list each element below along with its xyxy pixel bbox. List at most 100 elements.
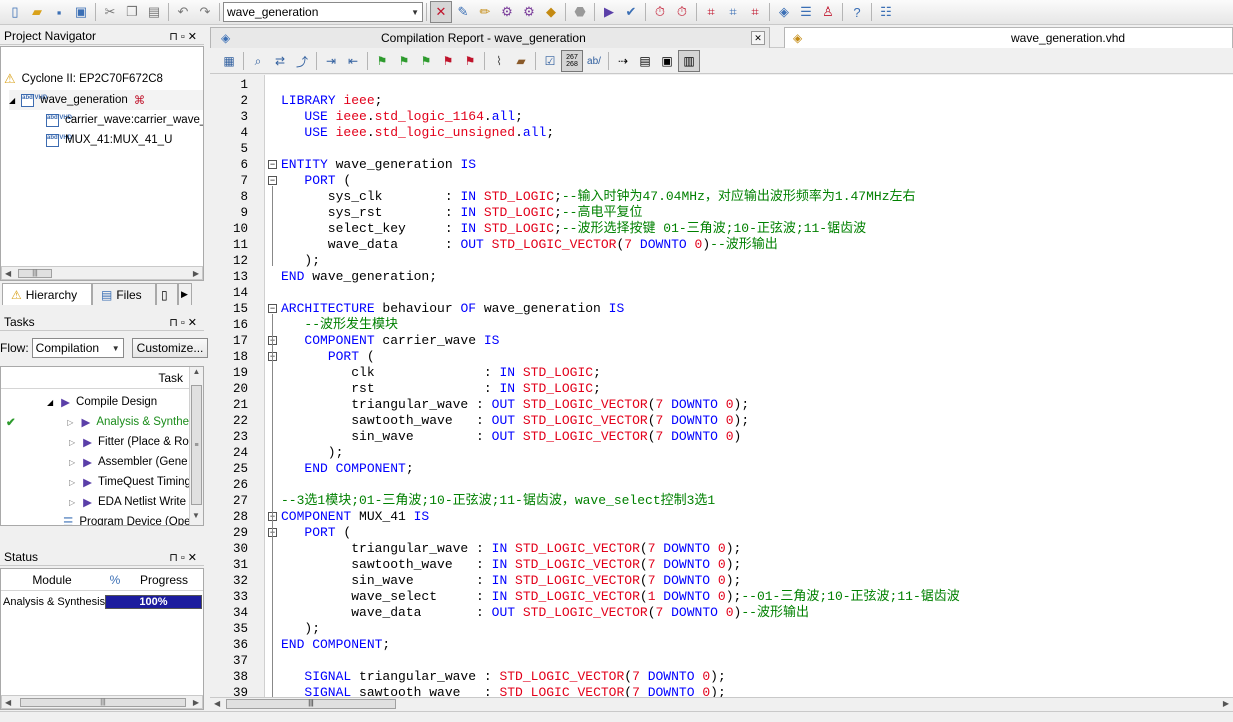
indent-icon[interactable]: ⇥ xyxy=(320,50,342,72)
clear-all-bookmarks-icon[interactable]: ⚑ xyxy=(459,50,481,72)
device-row[interactable]: ⚠ Cyclone II: EP2C70F672C8 xyxy=(4,69,163,89)
rtl-viewer-icon[interactable]: ⌗ xyxy=(722,1,744,23)
code-line[interactable]: select_key : IN STD_LOGIC;--波形选择按键 01-三角… xyxy=(266,221,1233,237)
code-line[interactable]: clk : IN STD_LOGIC; xyxy=(266,365,1233,381)
code-line[interactable]: END wave_generation; xyxy=(266,269,1233,285)
line-numbers-icon[interactable]: 267 268 xyxy=(561,50,583,72)
code-line[interactable]: ); xyxy=(266,445,1233,461)
tab-vhd-file[interactable]: ◈ wave_generation.vhd xyxy=(784,27,1233,48)
stop-icon[interactable]: ⬣ xyxy=(569,1,591,23)
task-row[interactable]: ▷ ▶ TimeQuest Timing xyxy=(69,472,189,492)
code-line[interactable]: sin_wave : IN STD_LOGIC_VECTOR(7 DOWNTO … xyxy=(266,573,1233,589)
code-area[interactable]: LIBRARY ieee; USE ieee.std_logic_1164.al… xyxy=(266,75,1233,697)
tab-hierarchy[interactable]: ⚠ Hierarchy xyxy=(2,283,92,305)
fold-toggle-icon[interactable]: − xyxy=(268,176,277,185)
fold-toggle-icon[interactable]: − xyxy=(268,160,277,169)
redo-icon[interactable]: ↷ xyxy=(194,1,216,23)
copy-icon[interactable]: ❐ xyxy=(121,1,143,23)
task-row[interactable]: ▷ ▶ EDA Netlist Write xyxy=(69,492,189,512)
classic-timing-icon[interactable]: ⏱ xyxy=(671,1,693,23)
fold-toggle-icon[interactable]: − xyxy=(268,304,277,313)
programmer-icon[interactable]: ☰ xyxy=(795,1,817,23)
sopc-builder-icon[interactable]: ⌗ xyxy=(744,1,766,23)
code-line[interactable]: LIBRARY ieee; xyxy=(266,93,1233,109)
code-editor[interactable]: 1 2 3 4 5 6 7 8 9 10 11 12 13 14 15 16 17 18 19 20 21 22 23 24 2… xyxy=(210,75,1233,697)
code-line[interactable] xyxy=(266,653,1233,669)
panel-controls[interactable]: ⊓▫✕ xyxy=(169,30,200,43)
panel-controls[interactable]: ⊓▫✕ xyxy=(169,316,200,329)
goto-line-icon[interactable]: ⤴ xyxy=(291,50,313,72)
code-line[interactable]: wave_select : IN STD_LOGIC_VECTOR(1 DOWN… xyxy=(266,589,1233,605)
unindent-icon[interactable]: ⇤ xyxy=(342,50,364,72)
save-all-icon[interactable]: ▣ xyxy=(70,1,92,23)
customize-button[interactable]: Customize... xyxy=(131,338,209,358)
new-file-icon[interactable]: ▯ xyxy=(4,1,26,23)
pin-planner-icon[interactable]: ✎ xyxy=(452,1,474,23)
code-line[interactable]: USE ieee.std_logic_1164.all; xyxy=(266,109,1233,125)
child-entity-row[interactable]: abd VHD carrier_wave:carrier_wave_ xyxy=(46,110,203,130)
scroll-thumb[interactable]: ≡ xyxy=(191,385,202,505)
save-icon[interactable]: ▪ xyxy=(48,1,70,23)
attach-icon[interactable]: ⌇ xyxy=(488,50,510,72)
prev-bookmark-icon[interactable]: ⚑ xyxy=(415,50,437,72)
flow-select[interactable]: Compilation ▼ xyxy=(31,338,124,358)
child-entity-row[interactable]: abd VHD MUX_41:MUX_41_U xyxy=(46,130,172,150)
find-replace-icon[interactable]: ⇄ xyxy=(269,50,291,72)
code-line[interactable]: --波形发生模块 xyxy=(266,317,1233,333)
status-hscroll[interactable]: ◀ ▶ ||| xyxy=(1,695,203,709)
toggle-comment-icon[interactable]: ☑ xyxy=(539,50,561,72)
code-line[interactable] xyxy=(266,141,1233,157)
code-line[interactable]: ); xyxy=(266,253,1233,269)
code-line[interactable] xyxy=(266,285,1233,301)
split-view-icon[interactable]: ▥ xyxy=(678,50,700,72)
scroll-thumb[interactable]: ||| xyxy=(18,269,52,278)
code-line[interactable]: sawtooth_wave : IN STD_LOGIC_VECTOR(7 DO… xyxy=(266,557,1233,573)
editor-hscroll[interactable]: ◀ ||| ▶ xyxy=(210,697,1233,711)
spell-check-icon[interactable]: ab/ xyxy=(583,50,605,72)
top-entity-row[interactable]: ◢ abd VHD wave_generation ⌘ xyxy=(9,90,203,110)
tasks-vscroll[interactable]: ▲ ≡ ▼ xyxy=(189,367,203,525)
help-icon[interactable]: ? xyxy=(846,1,868,23)
task-row[interactable]: ✔ ▷ ▶ Analysis & Synthe xyxy=(1,412,189,432)
close-icon[interactable]: ✕ xyxy=(751,31,765,45)
netlist-viewer-icon[interactable]: ⌗ xyxy=(700,1,722,23)
scroll-thumb[interactable]: ||| xyxy=(226,699,396,709)
code-line[interactable]: ENTITY wave_generation IS xyxy=(266,157,1233,173)
chip-planner-icon[interactable]: ✕ xyxy=(430,1,452,23)
code-line[interactable]: sawtooth_wave : OUT STD_LOGIC_VECTOR(7 D… xyxy=(266,413,1233,429)
open-file-icon[interactable]: ▰ xyxy=(26,1,48,23)
design-partition-icon[interactable]: ◆ xyxy=(540,1,562,23)
code-line[interactable]: PORT ( xyxy=(266,525,1233,541)
code-line[interactable]: SIGNAL triangular_wave : STD_LOGIC_VECTO… xyxy=(266,669,1233,685)
code-line[interactable] xyxy=(266,477,1233,493)
code-line[interactable]: wave_data : OUT STD_LOGIC_VECTOR(7 DOWNT… xyxy=(266,605,1233,621)
entity-combo[interactable]: wave_generation ▼ xyxy=(223,2,423,22)
full-screen-icon[interactable]: ▣ xyxy=(656,50,678,72)
tab-scroll-right-icon[interactable]: ▶ xyxy=(178,283,192,305)
code-line[interactable]: COMPONENT carrier_wave IS xyxy=(266,333,1233,349)
code-line[interactable]: ARCHITECTURE behaviour OF wave_generatio… xyxy=(266,301,1233,317)
code-line[interactable]: USE ieee.std_logic_unsigned.all; xyxy=(266,125,1233,141)
tab-more[interactable]: ▯ xyxy=(156,283,178,305)
code-line[interactable]: rst : IN STD_LOGIC; xyxy=(266,381,1233,397)
bookmark-icon[interactable]: ⚑ xyxy=(371,50,393,72)
chip-editor-icon[interactable]: ◈ xyxy=(773,1,795,23)
task-row[interactable]: ◢ ▶ Compile Design xyxy=(47,392,203,412)
code-line[interactable]: COMPONENT MUX_41 IS xyxy=(266,509,1233,525)
messages-icon[interactable]: ☷ xyxy=(875,1,897,23)
task-row[interactable]: ☰ Program Device (Ope xyxy=(63,512,189,525)
task-row[interactable]: ▷ ▶ Fitter (Place & Ro xyxy=(69,432,189,452)
code-line[interactable]: SIGNAL sawtooth_wave : STD_LOGIC_VECTOR(… xyxy=(266,685,1233,697)
start-compilation-icon[interactable]: ▶ xyxy=(598,1,620,23)
code-line[interactable]: wave_data : OUT STD_LOGIC_VECTOR(7 DOWNT… xyxy=(266,237,1233,253)
code-line[interactable]: sin_wave : OUT STD_LOGIC_VECTOR(7 DOWNTO… xyxy=(266,429,1233,445)
code-line[interactable]: PORT ( xyxy=(266,349,1233,365)
paste-icon[interactable]: ▤ xyxy=(143,1,165,23)
scroll-thumb[interactable]: ||| xyxy=(20,698,186,707)
code-line[interactable]: triangular_wave : IN STD_LOGIC_VECTOR(7 … xyxy=(266,541,1233,557)
cut-icon[interactable]: ✂ xyxy=(99,1,121,23)
tab-compilation-report[interactable]: ◈ Compilation Report - wave_generation ✕ xyxy=(210,27,770,48)
code-line[interactable]: END COMPONENT; xyxy=(266,637,1233,653)
task-row[interactable]: ▷ ▶ Assembler (Gene xyxy=(69,452,189,472)
timing-analyzer-icon[interactable]: ⏱ xyxy=(649,1,671,23)
